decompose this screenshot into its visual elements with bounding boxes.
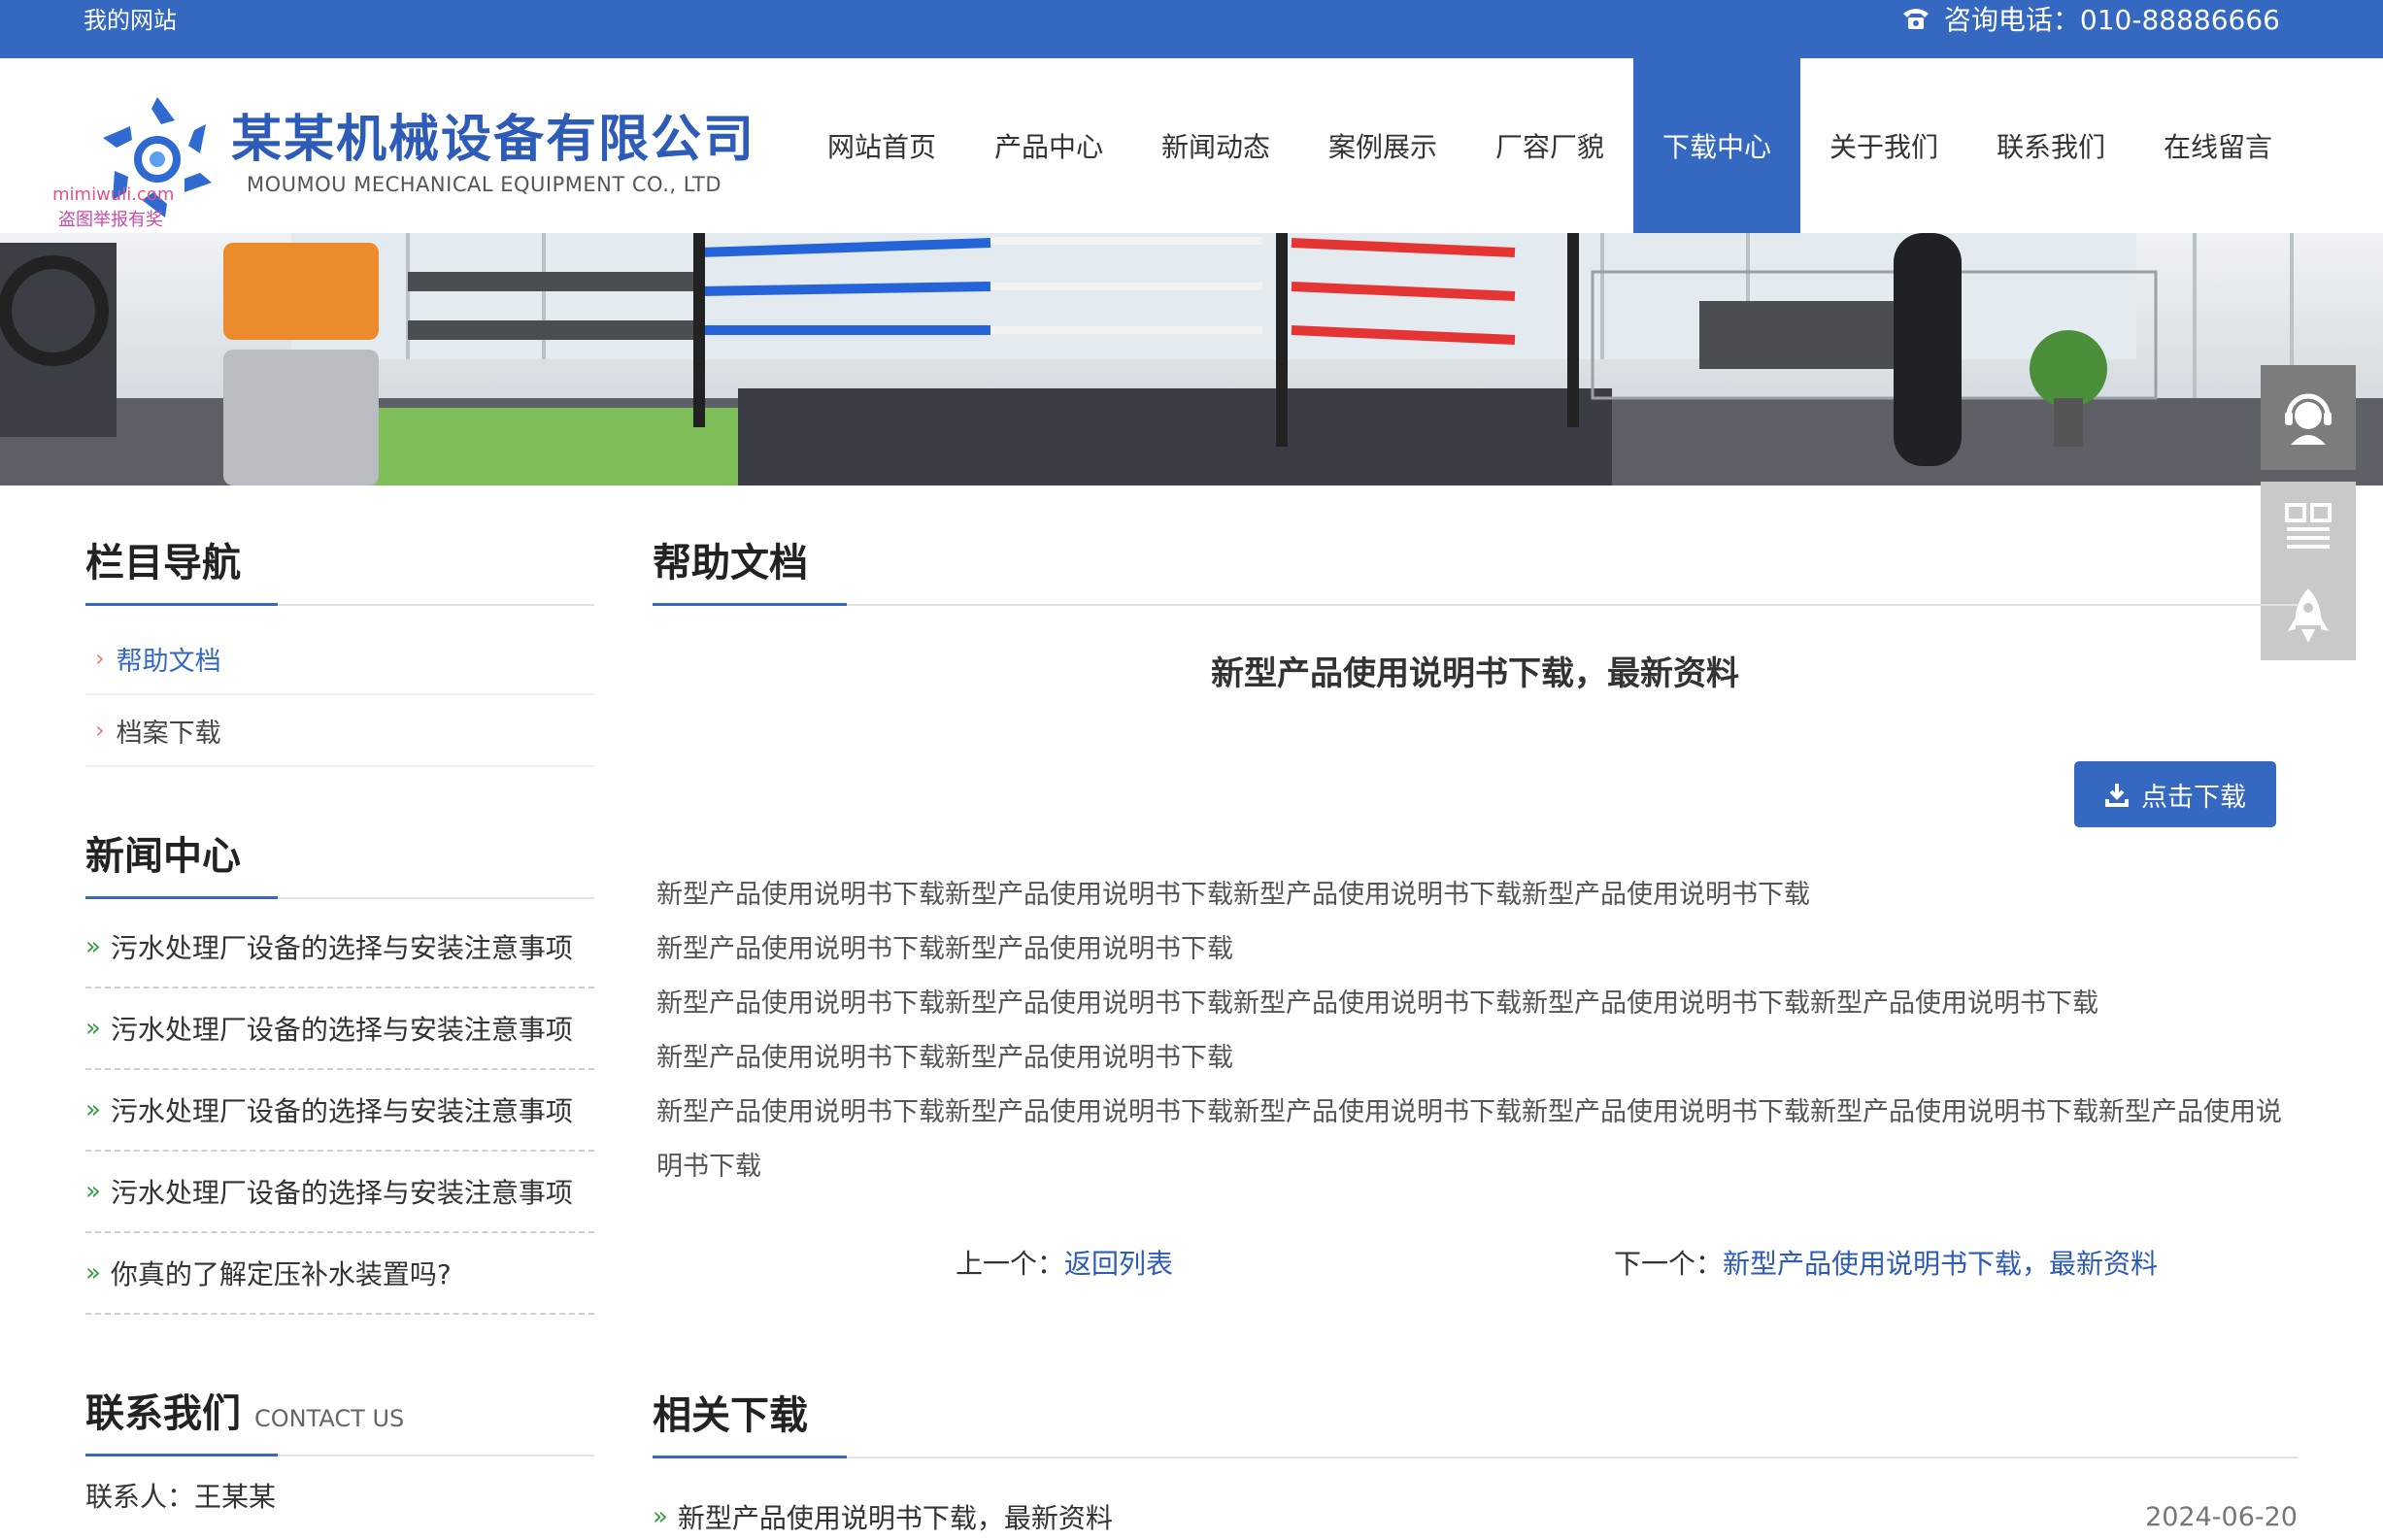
body-paragraph: 新型产品使用说明书下载新型产品使用说明书下载新型产品使用说明书下载新型产品使用说… bbox=[656, 1097, 2282, 1182]
next-label: 下一个： bbox=[1614, 1248, 1724, 1280]
sidebar: 栏目导航 › 帮助文档 › 档案下载 新闻中心 » 污水处理厂设备的选择与安装注… bbox=[85, 524, 594, 1515]
category-label: 帮助文档 bbox=[116, 646, 221, 677]
contact-us-title: 联系我们 CONTACT US bbox=[85, 1375, 594, 1456]
prev-label: 上一个： bbox=[956, 1248, 1065, 1280]
chevron-right-icon: › bbox=[95, 717, 105, 744]
double-chevron-icon: » bbox=[85, 1258, 101, 1288]
body-paragraph: 新型产品使用说明书下载新型产品使用说明书下载新型产品使用说明书下载新型产品使用说… bbox=[656, 880, 1810, 910]
phone-icon bbox=[1902, 9, 1929, 29]
company-name: 某某机械设备有限公司 bbox=[231, 111, 756, 169]
banner-image bbox=[0, 233, 2383, 485]
header: 某某机械设备有限公司 MOUMOU MECHANICAL EQUIPMENT C… bbox=[0, 58, 2383, 233]
news-list-item[interactable]: » 污水处理厂设备的选择与安装注意事项 bbox=[85, 988, 594, 1070]
related-download-item[interactable]: » 新型产品使用说明书下载，最新资料 2024-06-20 bbox=[653, 1497, 2298, 1536]
category-nav-title: 栏目导航 bbox=[85, 524, 594, 606]
category-item-help-docs[interactable]: › 帮助文档 bbox=[85, 623, 594, 695]
phone-info: 咨询电话：010-88886666 bbox=[1901, 0, 2280, 37]
section-title-text: 帮助文档 bbox=[653, 541, 808, 586]
nav-item-home[interactable]: 网站首页 bbox=[798, 58, 965, 233]
news-title: 污水处理厂设备的选择与安装注意事项 bbox=[110, 1095, 573, 1127]
body-paragraph: 新型产品使用说明书下载新型产品使用说明书下载 bbox=[656, 1043, 1233, 1073]
nav-item-cases[interactable]: 案例展示 bbox=[1299, 58, 1466, 233]
body-paragraph: 新型产品使用说明书下载新型产品使用说明书下载 bbox=[656, 934, 1233, 964]
body-paragraph: 新型产品使用说明书下载新型产品使用说明书下载新型产品使用说明书下载新型产品使用说… bbox=[656, 988, 2098, 1019]
watermark-notice: 盗图举报有奖 bbox=[58, 210, 163, 230]
related-download-title: 新型产品使用说明书下载，最新资料 bbox=[677, 1502, 1113, 1534]
contact-person: 联系人：王某某 bbox=[85, 1481, 277, 1513]
category-nav-title-text: 栏目导航 bbox=[85, 541, 241, 586]
document-body: 新型产品使用说明书下载新型产品使用说明书下载新型产品使用说明书下载新型产品使用说… bbox=[656, 868, 2298, 1194]
double-chevron-icon: » bbox=[85, 1177, 101, 1206]
prev-link[interactable]: 返回列表 bbox=[1064, 1248, 1173, 1280]
double-chevron-icon: » bbox=[653, 1502, 668, 1531]
prev-next-pager: 上一个：返回列表 下一个：新型产品使用说明书下载，最新资料 bbox=[653, 1233, 2298, 1282]
news-title: 污水处理厂设备的选择与安装注意事项 bbox=[110, 1014, 573, 1046]
nav-item-about[interactable]: 关于我们 bbox=[1800, 58, 1967, 233]
related-downloads-title: 相关下载 bbox=[653, 1377, 2298, 1458]
news-list-item[interactable]: » 污水处理厂设备的选择与安装注意事项 bbox=[85, 1152, 594, 1233]
category-label: 档案下载 bbox=[116, 718, 221, 749]
top-bar: 我的网站 咨询电话：010-88886666 bbox=[0, 0, 2383, 58]
download-button[interactable]: 点击下载 bbox=[2074, 761, 2276, 827]
double-chevron-icon: » bbox=[85, 1095, 101, 1124]
related-downloads: 相关下载 » 新型产品使用说明书下载，最新资料 2024-06-20 bbox=[653, 1377, 2298, 1536]
news-title: 污水处理厂设备的选择与安装注意事项 bbox=[110, 932, 573, 964]
prev-link-row: 上一个：返回列表 bbox=[956, 1243, 1173, 1282]
watermark-domain: mimiwuli.com bbox=[52, 184, 175, 205]
news-center-title: 新闻中心 bbox=[85, 818, 594, 899]
category-item-archive-download[interactable]: › 档案下载 bbox=[85, 695, 594, 767]
news-title: 污水处理厂设备的选择与安装注意事项 bbox=[110, 1177, 573, 1209]
news-center-title-text: 新闻中心 bbox=[85, 834, 241, 879]
next-link[interactable]: 新型产品使用说明书下载，最新资料 bbox=[1723, 1248, 2158, 1280]
customer-service-button[interactable] bbox=[2261, 365, 2356, 470]
download-button-label: 点击下载 bbox=[2141, 782, 2246, 813]
related-downloads-title-text: 相关下载 bbox=[653, 1393, 808, 1438]
news-list: » 污水处理厂设备的选择与安装注意事项 » 污水处理厂设备的选择与安装注意事项 … bbox=[85, 907, 594, 1315]
nav-item-factory[interactable]: 厂容厂貌 bbox=[1466, 58, 1633, 233]
main-content: 帮助文档 新型产品使用说明书下载，最新资料 点击下载 新型产品使用说明书下载新型… bbox=[653, 524, 2298, 1534]
section-title: 帮助文档 bbox=[653, 524, 2298, 606]
gym-banner-illustration bbox=[0, 233, 2383, 485]
phone-label: 咨询电话：010-88886666 bbox=[1943, 4, 2280, 36]
nav-item-contact[interactable]: 联系我们 bbox=[1967, 58, 2134, 233]
nav-item-news[interactable]: 新闻动态 bbox=[1132, 58, 1299, 233]
news-list-item[interactable]: » 污水处理厂设备的选择与安装注意事项 bbox=[85, 1070, 594, 1152]
news-list-item[interactable]: » 你真的了解定压补水装置吗? bbox=[85, 1233, 594, 1315]
double-chevron-icon: » bbox=[85, 1014, 101, 1043]
main-nav: 网站首页 产品中心 新闻动态 案例展示 厂容厂貌 下载中心 关于我们 联系我们 … bbox=[798, 58, 2301, 233]
next-link-row: 下一个：新型产品使用说明书下载，最新资料 bbox=[1614, 1243, 2158, 1282]
chevron-right-icon: › bbox=[95, 645, 105, 672]
download-icon bbox=[2105, 784, 2129, 807]
news-list-item[interactable]: » 污水处理厂设备的选择与安装注意事项 bbox=[85, 907, 594, 988]
contact-us-title-en: CONTACT US bbox=[254, 1405, 405, 1432]
contact-us-title-text: 联系我们 bbox=[85, 1391, 241, 1436]
document-title: 新型产品使用说明书下载，最新资料 bbox=[1211, 654, 1739, 693]
double-chevron-icon: » bbox=[85, 932, 101, 961]
category-list: › 帮助文档 › 档案下载 bbox=[85, 623, 594, 767]
news-title: 你真的了解定压补水装置吗? bbox=[110, 1258, 452, 1290]
nav-item-products[interactable]: 产品中心 bbox=[965, 58, 1132, 233]
site-name-link[interactable]: 我的网站 bbox=[84, 6, 177, 35]
nav-item-downloads[interactable]: 下载中心 bbox=[1633, 58, 1800, 233]
company-english-name: MOUMOU MECHANICAL EQUIPMENT CO., LTD bbox=[247, 173, 722, 196]
related-download-date: 2024-06-20 bbox=[2145, 1501, 2298, 1532]
nav-item-message[interactable]: 在线留言 bbox=[2134, 58, 2301, 233]
customer-service-icon bbox=[2285, 393, 2332, 445]
